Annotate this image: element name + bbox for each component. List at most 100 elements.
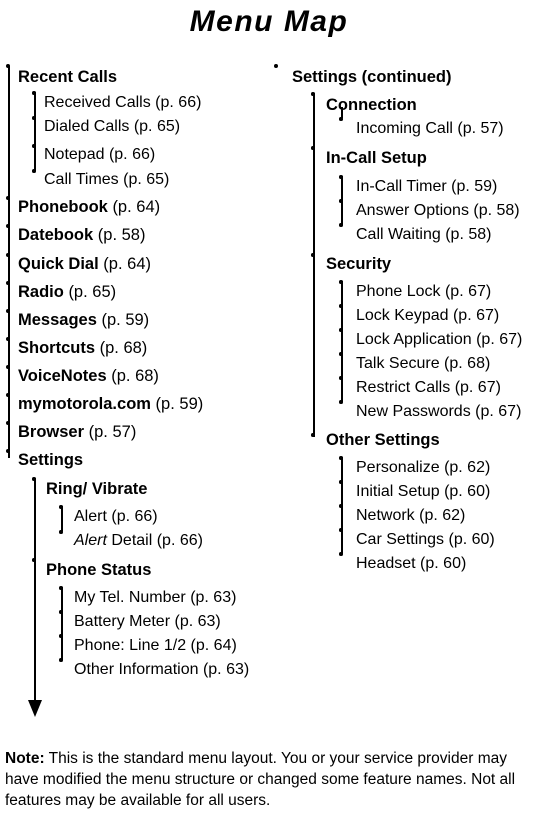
menu-item-label: Phonebook [18,198,108,216]
tree-flow-arrow [28,700,42,717]
tree-bullet-level2 [32,169,36,173]
menu-item-label: Ring/ Vibrate [46,480,148,498]
tree-bullet-level1 [6,337,10,341]
menu-item-call-times[interactable]: Call Times (p. 65) [44,172,169,188]
menu-item-in-call-setup[interactable]: In-Call Setup [326,150,427,167]
menu-item-shortcuts[interactable]: Shortcuts (p. 68) [18,340,147,357]
menu-item-label: Security [326,255,392,273]
menu-item-my-tel-number[interactable]: My Tel. Number (p. 63) [74,590,236,606]
menu-item-label: Recent Calls [18,68,118,86]
tree-bullet-level2 [32,116,36,120]
note-body: This is the standard menu layout. You or… [5,750,516,809]
menu-item-label: Talk Secure [356,355,440,372]
tree-bullet-level3 [59,530,63,534]
menu-item-car-settings[interactable]: Car Settings (p. 60) [356,532,495,548]
menu-item-answer-options[interactable]: Answer Options (p. 58) [356,203,520,219]
menu-item-settings[interactable]: Settings [18,452,83,469]
page-ref: (p. 63) [190,589,237,606]
menu-item-headset[interactable]: Headset (p. 60) [356,556,466,572]
menu-item-label: Radio [18,283,64,301]
tree-bullet-level1 [6,196,10,200]
tree-bullet-level2 [311,92,315,96]
menu-item-ring-vibrate[interactable]: Ring/ Vibrate [46,481,147,498]
page-ref: (p. 66) [156,532,203,549]
menu-item-alert-detail[interactable]: Alert Detail (p. 66) [74,533,203,549]
menu-item-label: Settings (continued) [292,68,452,86]
menu-item-label: VoiceNotes [18,367,107,385]
menu-item-browser[interactable]: Browser (p. 57) [18,424,136,441]
menu-item-label: Received Calls [44,94,151,111]
menu-item-security[interactable]: Security [326,256,391,273]
page-ref: (p. 65) [123,171,170,188]
tree-bullet-level3 [339,352,343,356]
menu-item-label: Phone Lock [356,283,441,300]
menu-item-received-calls[interactable]: Received Calls (p. 66) [44,95,201,111]
menu-item-network[interactable]: Network (p. 62) [356,508,465,524]
menu-item-voicenotes[interactable]: VoiceNotes (p. 68) [18,368,159,385]
menu-item-label: Detail [111,532,153,549]
tree-bullet-level3 [339,504,343,508]
menu-item-settings-continued[interactable]: Settings (continued) [292,69,452,86]
menu-item-quick-dial[interactable]: Quick Dial (p. 64) [18,256,151,273]
page-ref: (p. 59) [451,178,498,195]
page-ref: (p. 64) [112,198,161,216]
tree-bullet-level3 [339,199,343,203]
page-ref: (p. 67) [454,379,501,396]
menu-item-new-passwords[interactable]: New Passwords (p. 67) [356,404,521,420]
menu-item-messages[interactable]: Messages (p. 59) [18,312,149,329]
menu-item-notepad[interactable]: Notepad (p. 66) [44,147,155,163]
tree-bullet-level3 [339,175,343,179]
menu-item-personalize[interactable]: Personalize (p. 62) [356,460,490,476]
page-ref: (p. 60) [420,555,467,572]
menu-item-initial-setup[interactable]: Initial Setup (p. 60) [356,484,490,500]
menu-item-alert[interactable]: Alert (p. 66) [74,509,158,525]
menu-item-label: Other Information [74,661,199,678]
menu-item-lock-keypad[interactable]: Lock Keypad (p. 67) [356,308,499,324]
menu-item-datebook[interactable]: Datebook (p. 58) [18,227,145,244]
page-ref: (p. 68) [99,339,148,357]
page-ref: (p. 57) [457,120,504,137]
menu-item-mymotorola-com[interactable]: mymotorola.com (p. 59) [18,396,203,413]
note-block: Note: This is the standard menu layout. … [5,748,533,811]
tree-bullet-level1 [6,64,10,68]
tree-bullet-level1 [274,64,278,68]
menu-item-other-settings[interactable]: Other Settings [326,432,440,449]
menu-item-in-call-timer[interactable]: In-Call Timer (p. 59) [356,179,497,195]
menu-item-label: Notepad [44,146,105,163]
tree-bullet-level3 [339,304,343,308]
menu-item-label: Answer Options [356,202,469,219]
menu-item-connection[interactable]: Connection [326,97,417,114]
tree-bullet-level3 [59,610,63,614]
tree-bullet-level2 [32,558,36,562]
menu-item-label: Browser [18,423,85,441]
menu-item-incoming-call[interactable]: Incoming Call (p. 57) [356,121,504,137]
tree-bullet-level2 [32,477,36,481]
tree-bullet-level1 [6,393,10,397]
menu-item-other-information[interactable]: Other Information (p. 63) [74,662,249,678]
menu-item-label: In-Call Timer [356,178,447,195]
menu-item-phone-line[interactable]: Phone: Line 1/2 (p. 64) [74,638,237,654]
menu-item-call-waiting[interactable]: Call Waiting (p. 58) [356,227,491,243]
menu-item-restrict-calls[interactable]: Restrict Calls (p. 67) [356,380,501,396]
page-ref: (p. 66) [155,94,202,111]
menu-item-label: New Passwords [356,403,471,420]
page-ref: (p. 67) [452,307,500,324]
tree-bullet-level1 [6,309,10,313]
menu-item-label: Messages [18,311,97,329]
menu-item-label: Call Times [44,171,119,188]
page-ref: (p. 59) [101,311,150,329]
menu-item-phone-lock[interactable]: Phone Lock (p. 67) [356,284,491,300]
menu-item-radio[interactable]: Radio (p. 65) [18,284,116,301]
tree-spine-level1-left [8,66,10,458]
menu-item-dialed-calls[interactable]: Dialed Calls (p. 65) [44,119,180,135]
menu-item-lock-application[interactable]: Lock Application (p. 67) [356,332,522,348]
page-ref: (p. 67) [476,331,523,348]
tree-bullet-level2 [32,91,36,95]
menu-item-phone-status[interactable]: Phone Status [46,562,151,579]
menu-item-talk-secure[interactable]: Talk Secure (p. 68) [356,356,490,372]
menu-item-battery-meter[interactable]: Battery Meter (p. 63) [74,614,221,630]
menu-item-phonebook[interactable]: Phonebook (p. 64) [18,199,160,216]
page-ref: (p. 66) [108,146,156,163]
menu-item-recent-calls[interactable]: Recent Calls [18,69,117,86]
menu-item-label: Incoming Call [356,120,453,137]
